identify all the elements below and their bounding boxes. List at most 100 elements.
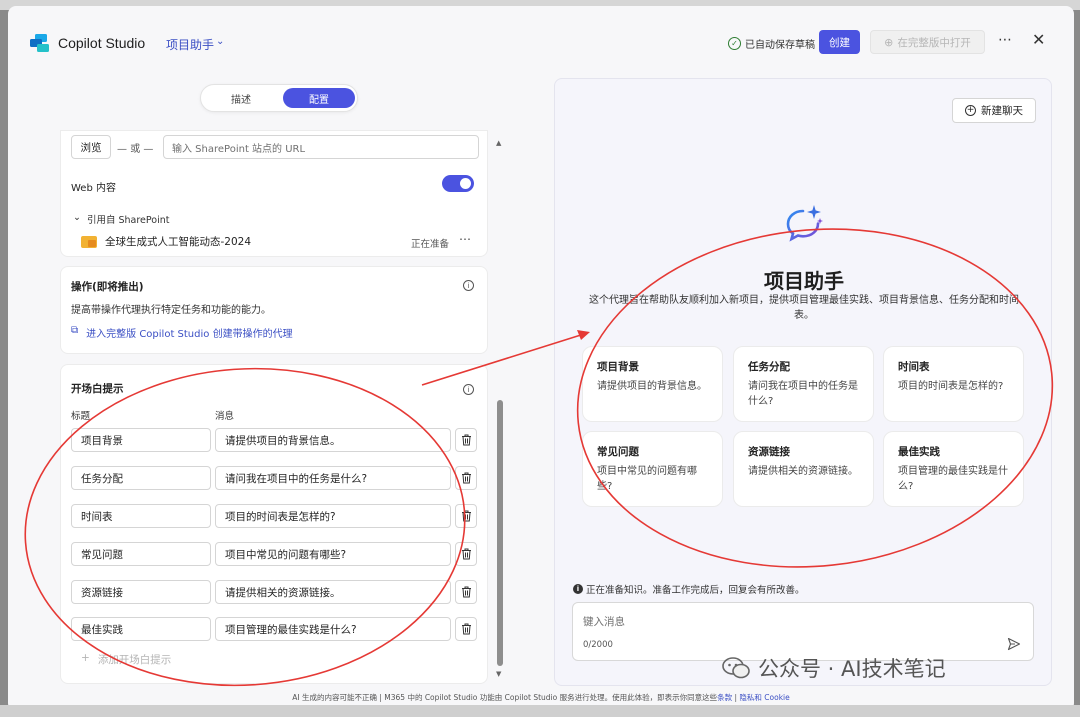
actions-title: 操作(即将推出) bbox=[71, 281, 144, 293]
agent-name-dropdown[interactable]: 项目助手 bbox=[166, 36, 214, 53]
card-message: 项目管理的最佳实践是什么? bbox=[898, 466, 1008, 492]
wechat-logo-icon bbox=[722, 657, 750, 679]
tab-describe[interactable]: 描述 bbox=[205, 88, 277, 108]
prompt-message-input[interactable]: 项目的时间表是怎样的? bbox=[215, 504, 451, 528]
open-full-version-button[interactable]: ⊕ 在完整版中打开 bbox=[870, 30, 985, 54]
starter-prompt-card[interactable]: 项目背景 请提供项目的背景信息。 bbox=[582, 346, 723, 422]
sharepoint-file-item: 全球生成式人工智能动态-2024 bbox=[81, 234, 251, 249]
scroll-up-arrow-icon[interactable]: ▲ bbox=[496, 139, 501, 147]
plus-icon: + bbox=[81, 652, 90, 664]
starter-prompt-card[interactable]: 时间表 项目的时间表是怎样的? bbox=[883, 346, 1024, 422]
prompt-message-input[interactable]: 项目中常见的问题有哪些? bbox=[215, 542, 451, 566]
char-counter: 0/2000 bbox=[583, 640, 613, 650]
card-title: 任务分配 bbox=[748, 361, 790, 373]
delete-prompt-button[interactable] bbox=[455, 617, 477, 641]
starter-prompts-card: 开场白提示 i 标题 消息 项目背景 请提供项目的背景信息。 任务分配 请问我在… bbox=[60, 364, 488, 684]
preview-agent-title: 项目助手 bbox=[764, 269, 844, 293]
send-icon[interactable] bbox=[1007, 637, 1021, 651]
or-label: — 或 — bbox=[117, 144, 154, 155]
prompt-title-input[interactable]: 任务分配 bbox=[71, 466, 211, 490]
card-title: 常见问题 bbox=[597, 446, 639, 458]
trash-icon bbox=[461, 510, 471, 522]
delete-prompt-button[interactable] bbox=[455, 504, 477, 528]
app-title: Copilot Studio bbox=[58, 35, 146, 51]
sharepoint-url-input[interactable]: 输入 SharePoint 站点的 URL bbox=[163, 135, 479, 159]
scroll-down-arrow-icon[interactable]: ▼ bbox=[496, 670, 501, 678]
copilot-studio-icon: ⊕ bbox=[884, 35, 894, 49]
starter-prompt-card[interactable]: 常见问题 项目中常见的问题有哪些? bbox=[582, 431, 723, 507]
watermark-text: 公众号 · AI技术笔记 bbox=[758, 657, 946, 681]
sharepoint-section-label: 引用自 SharePoint bbox=[86, 215, 170, 226]
autosave-status: ✓ 已自动保存草稿 bbox=[728, 36, 815, 51]
configure-pane: 浏览 — 或 — 输入 SharePoint 站点的 URL Web 内容 ⌄ … bbox=[60, 130, 490, 685]
prompt-title-input[interactable]: 资源链接 bbox=[71, 580, 211, 604]
external-link-icon: ⧉ bbox=[71, 325, 79, 336]
create-actions-link-label: 进入完整版 Copilot Studio 创建带操作的代理 bbox=[86, 329, 293, 340]
copilot-studio-logo-icon bbox=[30, 34, 49, 52]
agent-preview-pane: + 新建聊天 项目助手 这个代理旨在帮助队友顺利加入新项目，提供项目管理最佳实践… bbox=[554, 78, 1052, 686]
column-header-message: 消息 bbox=[215, 411, 235, 422]
check-circle-icon: ✓ bbox=[728, 37, 741, 50]
browse-button[interactable]: 浏览 bbox=[71, 135, 111, 159]
column-header-title: 标题 bbox=[71, 411, 91, 422]
prompt-title-input[interactable]: 项目背景 bbox=[71, 428, 211, 452]
card-title: 最佳实践 bbox=[898, 446, 940, 458]
prompt-title-input[interactable]: 常见问题 bbox=[71, 542, 211, 566]
create-button[interactable]: 创建 bbox=[819, 30, 860, 54]
scrollbar-thumb[interactable] bbox=[497, 400, 503, 666]
new-chat-label: 新建聊天 bbox=[981, 105, 1023, 117]
delete-prompt-button[interactable] bbox=[455, 466, 477, 490]
prompt-message-input[interactable]: 请问我在项目中的任务是什么? bbox=[215, 466, 451, 490]
card-title: 时间表 bbox=[898, 361, 930, 373]
create-actions-link[interactable]: ⧉ 进入完整版 Copilot Studio 创建带操作的代理 bbox=[71, 325, 293, 340]
prompt-title-input[interactable]: 时间表 bbox=[71, 504, 211, 528]
tab-configure[interactable]: 配置 bbox=[283, 88, 355, 108]
file-name: 全球生成式人工智能动态-2024 bbox=[105, 236, 252, 248]
info-icon[interactable]: i bbox=[463, 384, 474, 395]
trash-icon bbox=[461, 472, 471, 484]
new-chat-button[interactable]: + 新建聊天 bbox=[952, 98, 1036, 123]
prompt-message-input[interactable]: 请提供相关的资源链接。 bbox=[215, 580, 451, 604]
copilot-studio-dialog: Copilot Studio 项目助手 ⌄ ✓ 已自动保存草稿 创建 ⊕ 在完整… bbox=[8, 6, 1074, 711]
terms-link[interactable]: 条款 bbox=[717, 693, 732, 702]
knowledge-card: 浏览 — 或 — 输入 SharePoint 站点的 URL Web 内容 ⌄ … bbox=[60, 130, 488, 257]
file-more-icon[interactable]: ⋯ bbox=[459, 232, 471, 246]
privacy-link[interactable]: 隐私和 Cookie bbox=[739, 693, 789, 702]
watermark: 公众号 · AI技术笔记 bbox=[722, 653, 946, 683]
delete-prompt-button[interactable] bbox=[455, 580, 477, 604]
info-filled-icon: i bbox=[573, 584, 583, 594]
card-title: 资源链接 bbox=[748, 446, 790, 458]
prompt-title-input[interactable]: 最佳实践 bbox=[71, 617, 211, 641]
delete-prompt-button[interactable] bbox=[455, 542, 477, 566]
delete-prompt-button[interactable] bbox=[455, 428, 477, 452]
chevron-down-icon[interactable]: ⌄ bbox=[216, 36, 224, 47]
copilot-sparkle-chat-icon bbox=[786, 205, 823, 242]
autosave-label: 已自动保存草稿 bbox=[745, 40, 815, 51]
preview-agent-description: 这个代理旨在帮助队友顺利加入新项目，提供项目管理最佳实践、项目背景信息、任务分配… bbox=[589, 295, 1019, 321]
add-starter-prompt-label: 添加开场白提示 bbox=[97, 654, 172, 666]
starter-prompts-title: 开场白提示 bbox=[71, 383, 124, 395]
dialog-header: Copilot Studio 项目助手 ⌄ ✓ 已自动保存草稿 创建 ⊕ 在完整… bbox=[8, 6, 1074, 72]
starter-prompt-card[interactable]: 任务分配 请问我在项目中的任务是什么? bbox=[733, 346, 874, 422]
actions-card: 操作(即将推出) i 提高带操作代理执行特定任务和功能的能力。 ⧉ 进入完整版 … bbox=[60, 266, 488, 354]
close-icon[interactable]: ✕ bbox=[1032, 30, 1045, 49]
info-icon[interactable]: i bbox=[463, 280, 474, 291]
web-content-toggle[interactable] bbox=[442, 175, 474, 192]
trash-icon bbox=[461, 586, 471, 598]
more-options-icon[interactable]: ⋯ bbox=[998, 32, 1012, 48]
starter-prompt-card[interactable]: 资源链接 请提供相关的资源链接。 bbox=[733, 431, 874, 507]
card-message: 请提供项目的背景信息。 bbox=[597, 381, 707, 392]
card-message: 项目的时间表是怎样的? bbox=[898, 381, 1004, 392]
prompt-message-input[interactable]: 请提供项目的背景信息。 bbox=[215, 428, 451, 452]
add-starter-prompt-button[interactable]: + 添加开场白提示 bbox=[81, 652, 171, 667]
sharepoint-section-header[interactable]: ⌄ 引用自 SharePoint bbox=[73, 212, 170, 226]
prompt-message-input[interactable]: 项目管理的最佳实践是什么? bbox=[215, 617, 451, 641]
trash-icon bbox=[461, 623, 471, 635]
mode-tabs: 描述 配置 bbox=[200, 84, 358, 112]
actions-description: 提高带操作代理执行特定任务和功能的能力。 bbox=[71, 305, 271, 316]
web-content-label: Web 内容 bbox=[71, 183, 116, 194]
card-message: 请提供相关的资源链接。 bbox=[748, 466, 858, 477]
notice-text: 正在准备知识。准备工作完成后，回复会有所改善。 bbox=[586, 585, 805, 596]
file-status: 正在准备 bbox=[411, 239, 450, 250]
starter-prompt-card[interactable]: 最佳实践 项目管理的最佳实践是什么? bbox=[883, 431, 1024, 507]
